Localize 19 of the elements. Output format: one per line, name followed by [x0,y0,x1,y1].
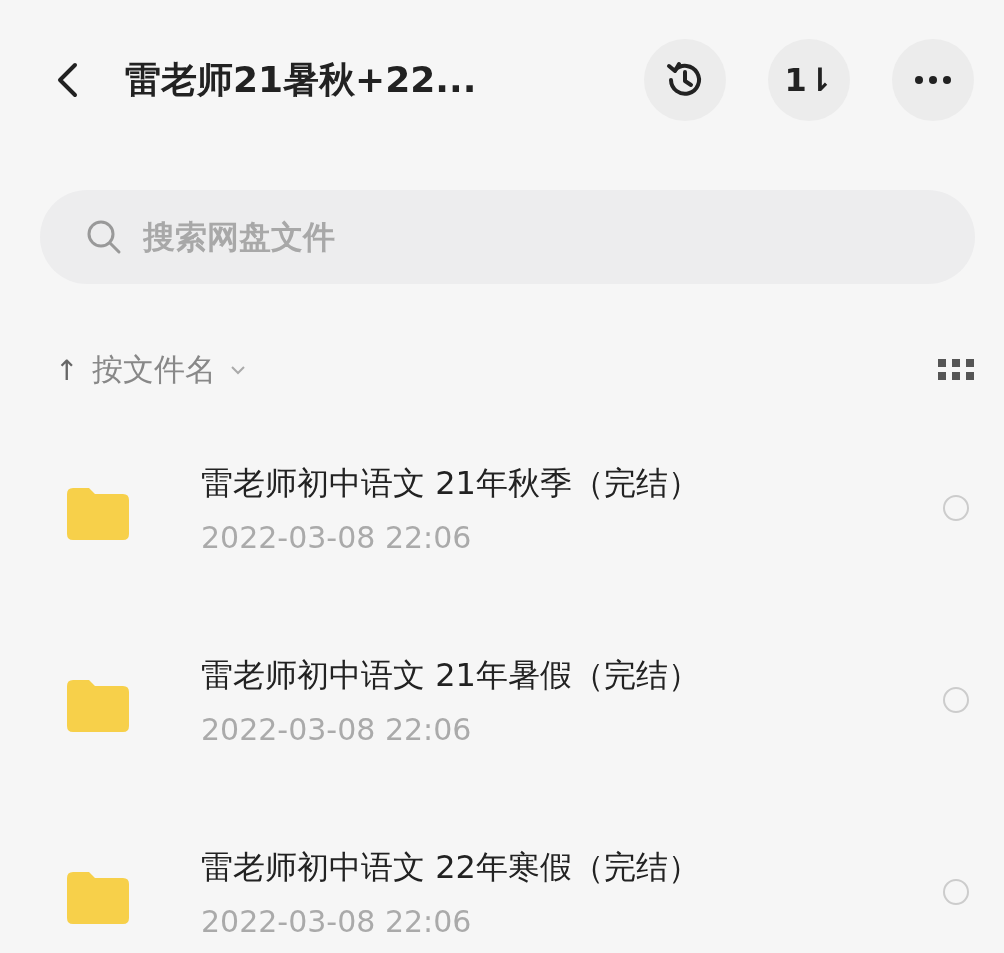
folder-icon [67,872,129,924]
select-radio[interactable] [943,687,969,713]
back-icon[interactable] [55,62,79,98]
folder-title: 雷老师21暑秋+22... [125,57,477,102]
select-radio[interactable] [943,495,969,521]
more-icon [913,75,953,85]
folder-name[interactable]: 雷老师初中语文 21年暑假（完结） [201,653,700,698]
select-radio[interactable] [943,879,969,905]
folder-icon [67,680,129,732]
modified-date: 2022-03-08 22:06 [201,711,473,747]
folder-icon [67,488,129,540]
search-field[interactable]: 搜索网盘文件 [40,190,975,284]
modified-date: 2022-03-08 22:06 [201,903,473,939]
grid-view-icon[interactable] [938,359,974,381]
sort-arrow[interactable]: ↑ [55,353,79,387]
folder-name[interactable]: 雷老师初中语文 21年秋季（完结） [201,461,700,506]
folder-name[interactable]: 雷老师初中语文 22年寒假（完结） [201,845,700,890]
sort-button[interactable]: 1⇂ [768,39,850,121]
modified-date: 2022-03-08 22:06 [201,519,473,555]
